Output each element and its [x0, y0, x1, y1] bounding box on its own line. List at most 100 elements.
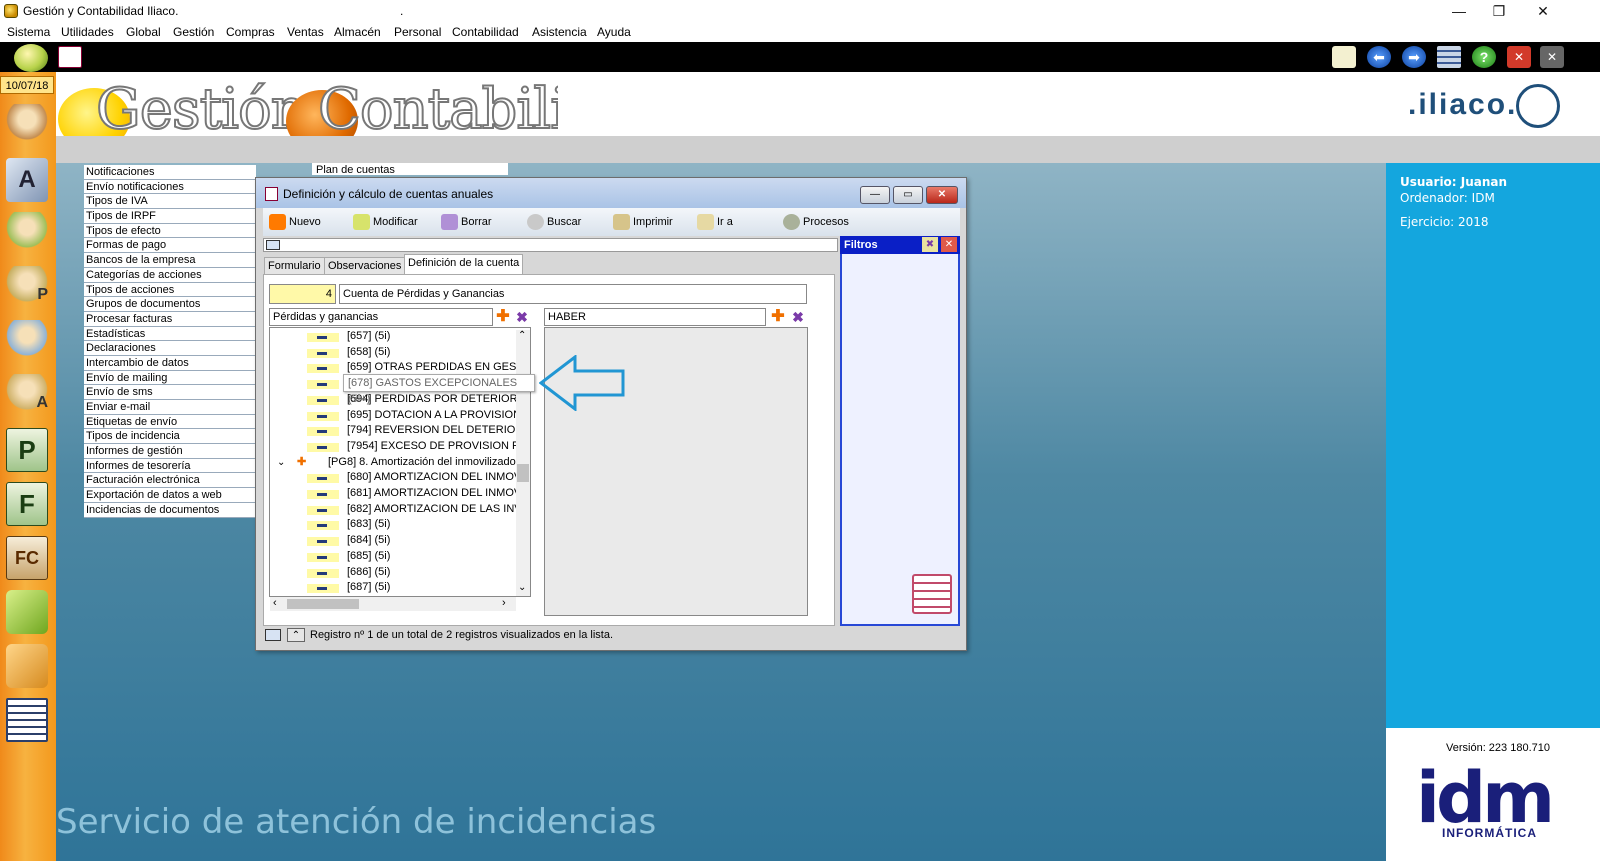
dialog-minimize-button[interactable]: —: [860, 186, 890, 204]
menu-item[interactable]: Envío de sms: [84, 385, 256, 400]
notebook-icon[interactable]: [912, 574, 952, 614]
forward-arrow-icon[interactable]: ➡: [1402, 46, 1426, 68]
menu-item[interactable]: Bancos de la empresa: [84, 253, 256, 268]
chevron-up-icon[interactable]: ⌃: [287, 628, 305, 642]
menu-item[interactable]: Estadísticas: [84, 326, 256, 342]
menu-item[interactable]: Tipos de incidencia: [84, 429, 256, 445]
search-button[interactable]: Buscar: [525, 211, 581, 233]
menu-item[interactable]: Tipos de IRPF: [84, 209, 256, 224]
menu-item[interactable]: Procesar facturas: [84, 311, 256, 327]
goto-button[interactable]: Ir a: [695, 211, 733, 233]
mail-icon[interactable]: [1332, 46, 1356, 68]
menu-item[interactable]: Envío de mailing: [84, 370, 256, 386]
menu-item[interactable]: Declaraciones: [84, 341, 256, 356]
close-all-icon[interactable]: ✕: [1540, 46, 1564, 68]
scroll-thumb[interactable]: [287, 599, 359, 609]
chevron-left-icon[interactable]: ‹: [273, 597, 277, 609]
menu-item[interactable]: Formas de pago: [84, 238, 256, 254]
gear-icon: [783, 214, 800, 230]
menu-utilidades[interactable]: Utilidades: [61, 25, 114, 39]
orange-bag-icon[interactable]: [6, 644, 48, 688]
menu-compras[interactable]: Compras: [226, 25, 275, 39]
print-button[interactable]: Imprimir: [611, 211, 673, 233]
users-icon[interactable]: [6, 320, 48, 364]
tab-observaciones[interactable]: Observaciones: [324, 257, 406, 275]
menu-item[interactable]: Intercambio de datos: [84, 355, 256, 371]
minimize-button[interactable]: —: [1444, 2, 1474, 20]
notebook-icon: [265, 187, 278, 201]
dialog-maximize-button[interactable]: ▭: [893, 186, 923, 204]
menu-item[interactable]: Envío notificaciones: [84, 179, 256, 195]
user-icon[interactable]: [6, 212, 48, 256]
clear-filters-icon[interactable]: ✖: [922, 237, 938, 252]
menu-sistema[interactable]: Sistema: [7, 25, 50, 39]
home-orb-icon[interactable]: [14, 44, 48, 72]
delete-button[interactable]: Borrar: [439, 211, 492, 233]
accounts-tree: [657] (5i) [658] (5i) [659] OTRAS PERDID…: [269, 327, 531, 597]
dialog-close-button[interactable]: ✕: [926, 186, 958, 204]
menu-item[interactable]: Enviar e-mail: [84, 400, 256, 415]
scroll-thumb[interactable]: [517, 464, 529, 482]
users-group-icon[interactable]: [6, 104, 48, 148]
new-button[interactable]: Nuevo: [267, 211, 321, 233]
f-document-icon[interactable]: F: [6, 482, 48, 526]
chevron-up-icon[interactable]: ⌃: [518, 330, 526, 341]
processes-button[interactable]: Procesos: [781, 211, 849, 233]
chevron-right-icon[interactable]: ›: [502, 597, 506, 609]
user-a-icon[interactable]: A: [6, 374, 48, 418]
add-icon[interactable]: ✚: [770, 309, 786, 325]
menu-item[interactable]: Incidencias de documentos: [84, 502, 256, 518]
chevron-down-icon[interactable]: ⌄: [518, 582, 526, 593]
menu-item[interactable]: Notificaciones: [84, 165, 256, 180]
remove-icon[interactable]: ✖: [790, 309, 806, 325]
menu-item[interactable]: Exportación de datos a web: [84, 488, 256, 503]
add-icon[interactable]: ✚: [495, 309, 511, 325]
menu-item[interactable]: Grupos de documentos: [84, 297, 256, 312]
close-window-button[interactable]: ✕: [1528, 2, 1558, 20]
menu-item[interactable]: Etiquetas de envío: [84, 414, 256, 430]
menu-ventas[interactable]: Ventas: [287, 25, 324, 39]
menu-contabilidad[interactable]: Contabilidad: [452, 25, 519, 39]
menu-global[interactable]: Global: [126, 25, 161, 39]
tab-definicion-cuenta[interactable]: Definición de la cuenta: [404, 254, 524, 275]
close-module-icon[interactable]: ✕: [1507, 46, 1531, 68]
dialog-tabs: Formulario Observaciones Definición de l…: [263, 253, 835, 275]
filters-panel: Filtros ✖ ✕: [840, 236, 960, 626]
window-icon[interactable]: [265, 629, 281, 641]
menu-gestion[interactable]: Gestión: [173, 25, 214, 39]
windows-list-icon[interactable]: [1437, 46, 1461, 68]
menu-item[interactable]: Facturación electrónica: [84, 473, 256, 489]
p-document-icon[interactable]: P: [6, 428, 48, 472]
menu-item[interactable]: Tipos de IVA: [84, 194, 256, 210]
help-icon[interactable]: ?: [1472, 46, 1496, 68]
restore-button[interactable]: ❐: [1484, 2, 1514, 20]
fc-document-icon[interactable]: FC: [6, 536, 48, 580]
tree-vertical-scrollbar[interactable]: ⌃ ⌄: [516, 330, 530, 596]
tree-horizontal-scrollbar[interactable]: ‹ ›: [270, 597, 516, 611]
menu-item[interactable]: Informes de gestión: [84, 444, 256, 459]
account-code-field[interactable]: 4: [269, 284, 336, 304]
notebook-icon[interactable]: [58, 46, 82, 68]
tab-formulario[interactable]: Formulario: [264, 257, 325, 275]
menu-asistencia[interactable]: Asistencia: [532, 25, 587, 39]
close-filters-icon[interactable]: ✕: [941, 237, 957, 252]
chevron-down-icon[interactable]: ⌄: [277, 455, 285, 470]
version-text: Versión: 223 180.710: [1446, 742, 1550, 754]
plan-de-cuentas-item[interactable]: Plan de cuentas: [312, 163, 508, 175]
report-list-icon[interactable]: [6, 698, 48, 742]
menu-item[interactable]: Categorías de acciones: [84, 267, 256, 283]
agenda-a-icon[interactable]: A: [6, 158, 48, 202]
user-p-icon[interactable]: P: [6, 266, 48, 310]
menu-item[interactable]: Tipos de efecto: [84, 223, 256, 239]
menu-ayuda[interactable]: Ayuda: [597, 25, 631, 39]
green-bag-icon[interactable]: [6, 590, 48, 634]
menu-item[interactable]: Tipos de acciones: [84, 282, 256, 298]
quick-filter-input[interactable]: [263, 238, 838, 252]
menu-almacen[interactable]: Almacén: [334, 25, 381, 39]
back-arrow-icon[interactable]: ⬅: [1367, 46, 1391, 68]
menu-personal[interactable]: Personal: [394, 25, 441, 39]
remove-icon[interactable]: ✖: [514, 309, 530, 325]
account-description-field[interactable]: Cuenta de Pérdidas y Ganancias: [339, 284, 807, 304]
menu-item[interactable]: Informes de tesorería: [84, 458, 256, 474]
modify-button[interactable]: Modificar: [351, 211, 418, 233]
